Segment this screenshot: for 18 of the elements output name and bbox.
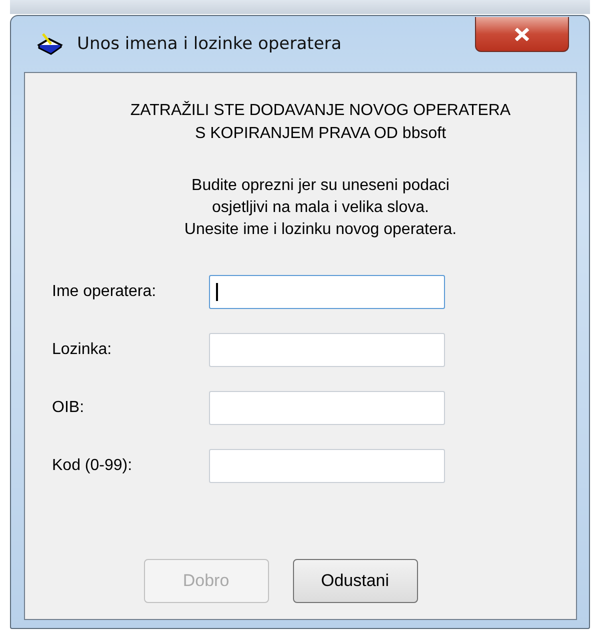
input-field[interactable]	[209, 449, 445, 483]
field-label: OIB:	[52, 399, 86, 417]
window-title: Unos imena i lozinke operatera	[77, 34, 342, 54]
notice-text: Unesite ime i lozinku novog operatera.	[183, 220, 458, 240]
notice-text: Budite oprezni jer su uneseni podaci	[190, 176, 450, 196]
heading-text: S KOPIRANJEM PRAVA OD bbsoft	[194, 124, 448, 144]
dialog-button[interactable]: Odustani	[292, 559, 418, 603]
heading-text: ZATRAŽILI STE DODAVANJE NOVOG OPERATERA	[129, 100, 512, 121]
field-label: Lozinka:	[52, 341, 113, 359]
pen-and-paper-icon	[37, 33, 63, 55]
input-field[interactable]	[209, 275, 445, 309]
field-label: Ime operatera:	[52, 283, 158, 301]
notice-text: osjetljivi na mala i velika slova.	[211, 198, 430, 218]
close-button[interactable]	[475, 17, 569, 52]
input-field[interactable]	[209, 391, 445, 425]
input-field[interactable]	[209, 333, 445, 367]
close-icon	[514, 28, 530, 40]
field-label: Kod (0-99):	[52, 457, 134, 475]
